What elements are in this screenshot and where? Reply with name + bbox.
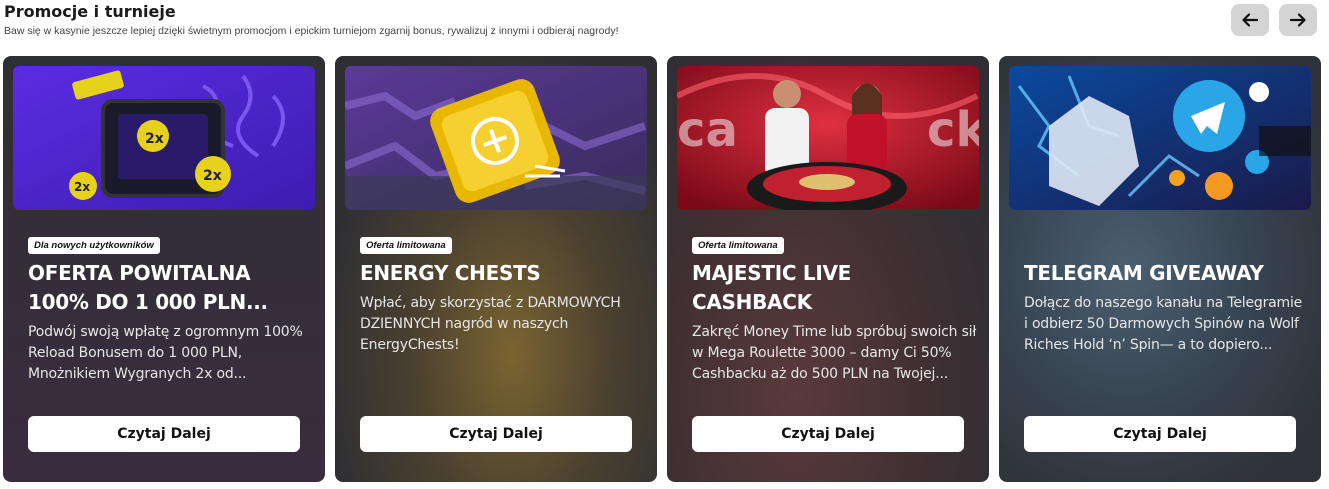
svg-text:ca: ca bbox=[677, 102, 738, 158]
promo-description: Dołącz do naszego kanału na Telegramie i… bbox=[1024, 295, 1303, 353]
read-more-button[interactable]: Czytaj Dalej bbox=[360, 416, 632, 452]
arrow-left-icon bbox=[1242, 13, 1259, 27]
promo-cards: 2x 2x 2x Dla nowych użytkowników OFERTA … bbox=[3, 56, 1321, 482]
promo-badge: Dla nowych użytkowników bbox=[28, 237, 160, 254]
promo-card: ca ck Oferta limitowana MAJESTIC LIVE CA… bbox=[667, 56, 989, 482]
read-more-button[interactable]: Czytaj Dalej bbox=[692, 416, 964, 452]
read-more-button[interactable]: Czytaj Dalej bbox=[28, 416, 300, 452]
section-subtitle: Baw się w kasynie jeszcze lepiej dzięki … bbox=[4, 25, 619, 37]
next-button[interactable] bbox=[1279, 4, 1317, 36]
section-title: Promocje i turnieje bbox=[4, 2, 176, 21]
promo-image-welcome[interactable]: 2x 2x 2x bbox=[13, 66, 315, 210]
promo-description: Wpłać, aby skorzystać z DARMOWYCH DZIENN… bbox=[360, 295, 621, 353]
promo-description: Zakręć Money Time lub spróbuj swoich sił… bbox=[692, 324, 977, 382]
read-more-button[interactable]: Czytaj Dalej bbox=[1024, 416, 1296, 452]
prev-button[interactable] bbox=[1231, 4, 1269, 36]
promo-title: MAJESTIC LIVE CASHBACK bbox=[692, 261, 852, 314]
promo-badge: Oferta limitowana bbox=[692, 237, 784, 254]
section-header: Promocje i turnieje Baw się w kasynie je… bbox=[4, 2, 619, 38]
svg-text:2x: 2x bbox=[145, 131, 164, 147]
promo-image-telegram[interactable] bbox=[1009, 66, 1311, 210]
promo-card: Oferta limitowana ENERGY CHESTS Wpłać, a… bbox=[335, 56, 657, 482]
promo-image-energy-chests[interactable] bbox=[345, 66, 647, 210]
svg-text:ck: ck bbox=[927, 102, 979, 158]
svg-text:2x: 2x bbox=[74, 180, 90, 194]
promo-title: OFERTA POWITALNA 100% DO 1 000 PLN... bbox=[28, 261, 268, 314]
carousel-nav bbox=[1231, 4, 1317, 36]
promo-card: TELEGRAM GIVEAWAY Dołącz do naszego kana… bbox=[999, 56, 1321, 482]
promo-card: 2x 2x 2x Dla nowych użytkowników OFERTA … bbox=[3, 56, 325, 482]
svg-text:2x: 2x bbox=[203, 168, 222, 184]
arrow-right-icon bbox=[1289, 13, 1306, 27]
promo-badge: Oferta limitowana bbox=[360, 237, 452, 254]
promo-title: TELEGRAM GIVEAWAY bbox=[1024, 261, 1264, 285]
promo-title: ENERGY CHESTS bbox=[360, 261, 541, 285]
promo-image-live-cashback[interactable]: ca ck bbox=[677, 66, 979, 210]
promo-description: Podwój swoją wpłatę z ogromnym 100% Relo… bbox=[28, 324, 303, 382]
